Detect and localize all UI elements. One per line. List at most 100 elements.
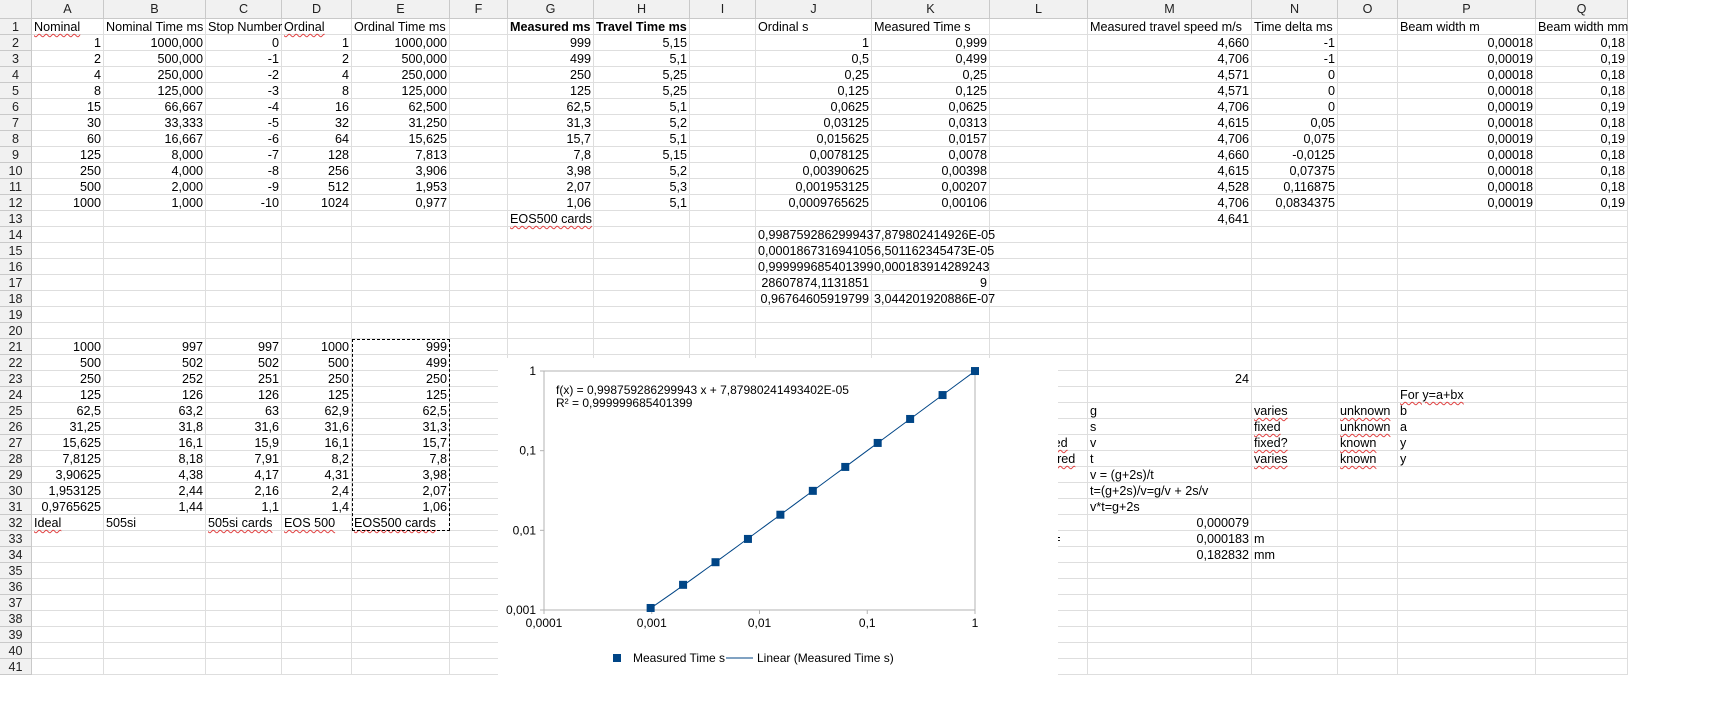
cell-b8[interactable]: 16,667 [104, 131, 206, 147]
cell-m28[interactable]: t [1088, 451, 1252, 467]
cell-a7[interactable]: 30 [32, 115, 104, 131]
cell-b4[interactable]: 250,000 [104, 67, 206, 83]
cell-e1[interactable]: Ordinal Time ms [352, 19, 450, 35]
cell-g10[interactable]: 3,98 [508, 163, 594, 179]
cell-a24[interactable]: 125 [32, 387, 104, 403]
cell-p24[interactable]: For y=a+bx [1398, 387, 1536, 403]
cell-n33[interactable]: m [1252, 531, 1338, 547]
cell-j6[interactable]: 0,0625 [756, 99, 872, 115]
data-point[interactable] [711, 558, 720, 567]
cell-b31[interactable]: 1,44 [104, 499, 206, 515]
cell-e31[interactable]: 1,06 [352, 499, 450, 515]
cell-c10[interactable]: -8 [206, 163, 282, 179]
column-header-h[interactable]: H [594, 0, 690, 19]
cell-c22[interactable]: 502 [206, 355, 282, 371]
cell-d3[interactable]: 2 [282, 51, 352, 67]
cell-p6[interactable]: 0,00019 [1398, 99, 1536, 115]
cell-k2[interactable]: 0,999 [872, 35, 990, 51]
cell-n7[interactable]: 0,05 [1252, 115, 1338, 131]
row-header-12[interactable]: 12 [0, 195, 32, 211]
cell-m29[interactable]: v = (g+2s)/t [1088, 467, 1252, 483]
row-header-19[interactable]: 19 [0, 307, 32, 323]
row-header-10[interactable]: 10 [0, 163, 32, 179]
cell-q10[interactable]: 0,18 [1536, 163, 1628, 179]
cell-k11[interactable]: 0,00207 [872, 179, 990, 195]
row-header-40[interactable]: 40 [0, 643, 32, 659]
cell-b24[interactable]: 126 [104, 387, 206, 403]
row-header-36[interactable]: 36 [0, 579, 32, 595]
row-header-20[interactable]: 20 [0, 323, 32, 339]
cell-d30[interactable]: 2,4 [282, 483, 352, 499]
cell-k18[interactable]: 3,044201920886E-07 [872, 291, 995, 307]
row-header-18[interactable]: 18 [0, 291, 32, 307]
cell-k3[interactable]: 0,499 [872, 51, 990, 67]
row-header-28[interactable]: 28 [0, 451, 32, 467]
cell-m30[interactable]: t=(g+2s)/v=g/v + 2s/v [1088, 483, 1252, 499]
cell-h3[interactable]: 5,1 [594, 51, 690, 67]
cell-m3[interactable]: 4,706 [1088, 51, 1252, 67]
cell-m6[interactable]: 4,706 [1088, 99, 1252, 115]
cell-m25[interactable]: g [1088, 403, 1252, 419]
cell-c25[interactable]: 63 [206, 403, 282, 419]
cell-g2[interactable]: 999 [508, 35, 594, 51]
cell-a4[interactable]: 4 [32, 67, 104, 83]
column-header-m[interactable]: M [1088, 0, 1252, 19]
cell-m33[interactable]: 0,000183 [1088, 531, 1252, 547]
row-header-3[interactable]: 3 [0, 51, 32, 67]
cell-a28[interactable]: 7,8125 [32, 451, 104, 467]
row-header-17[interactable]: 17 [0, 275, 32, 291]
cell-n2[interactable]: -1 [1252, 35, 1338, 51]
cell-j8[interactable]: 0,015625 [756, 131, 872, 147]
cell-b9[interactable]: 8,000 [104, 147, 206, 163]
cell-b25[interactable]: 63,2 [104, 403, 206, 419]
cell-q6[interactable]: 0,19 [1536, 99, 1628, 115]
cell-p2[interactable]: 0,00018 [1398, 35, 1536, 51]
cell-e29[interactable]: 3,98 [352, 467, 450, 483]
cell-n1[interactable]: Time delta ms [1252, 19, 1338, 35]
cell-d28[interactable]: 8,2 [282, 451, 352, 467]
cell-a22[interactable]: 500 [32, 355, 104, 371]
cell-m10[interactable]: 4,615 [1088, 163, 1252, 179]
cell-d24[interactable]: 125 [282, 387, 352, 403]
cell-g9[interactable]: 7,8 [508, 147, 594, 163]
cell-e5[interactable]: 125,000 [352, 83, 450, 99]
cell-m11[interactable]: 4,528 [1088, 179, 1252, 195]
row-header-16[interactable]: 16 [0, 259, 32, 275]
cell-p12[interactable]: 0,00019 [1398, 195, 1536, 211]
cell-h2[interactable]: 5,15 [594, 35, 690, 51]
row-header-1[interactable]: 1 [0, 19, 32, 35]
cell-b6[interactable]: 66,667 [104, 99, 206, 115]
cell-d32[interactable]: EOS 500 [282, 515, 352, 531]
cell-n3[interactable]: -1 [1252, 51, 1338, 67]
cell-e25[interactable]: 62,5 [352, 403, 450, 419]
column-header-n[interactable]: N [1252, 0, 1338, 19]
cell-m7[interactable]: 4,615 [1088, 115, 1252, 131]
cell-g6[interactable]: 62,5 [508, 99, 594, 115]
cell-e9[interactable]: 7,813 [352, 147, 450, 163]
row-header-35[interactable]: 35 [0, 563, 32, 579]
cell-d25[interactable]: 62,9 [282, 403, 352, 419]
cell-p1[interactable]: Beam width m [1398, 19, 1536, 35]
cell-e12[interactable]: 0,977 [352, 195, 450, 211]
data-point[interactable] [646, 603, 655, 612]
cell-p4[interactable]: 0,00018 [1398, 67, 1536, 83]
column-header-j[interactable]: J [756, 0, 872, 19]
cell-c7[interactable]: -5 [206, 115, 282, 131]
cell-c26[interactable]: 31,6 [206, 419, 282, 435]
cell-c11[interactable]: -9 [206, 179, 282, 195]
cell-g13[interactable]: EOS500 cards [508, 211, 594, 227]
cell-e24[interactable]: 125 [352, 387, 450, 403]
cell-d5[interactable]: 8 [282, 83, 352, 99]
cell-e23[interactable]: 250 [352, 371, 450, 387]
cell-b29[interactable]: 4,38 [104, 467, 206, 483]
column-header-a[interactable]: A [32, 0, 104, 19]
cell-n11[interactable]: 0,116875 [1252, 179, 1338, 195]
cell-b23[interactable]: 252 [104, 371, 206, 387]
column-header-c[interactable]: C [206, 0, 282, 19]
cell-q9[interactable]: 0,18 [1536, 147, 1628, 163]
cell-a5[interactable]: 8 [32, 83, 104, 99]
log-scatter-chart[interactable]: 0,0001 0,001 0,01 0,1 10,0010,010,11f(x) = 0… [498, 358, 1058, 710]
column-header-g[interactable]: G [508, 0, 594, 19]
cell-d6[interactable]: 16 [282, 99, 352, 115]
cell-b3[interactable]: 500,000 [104, 51, 206, 67]
